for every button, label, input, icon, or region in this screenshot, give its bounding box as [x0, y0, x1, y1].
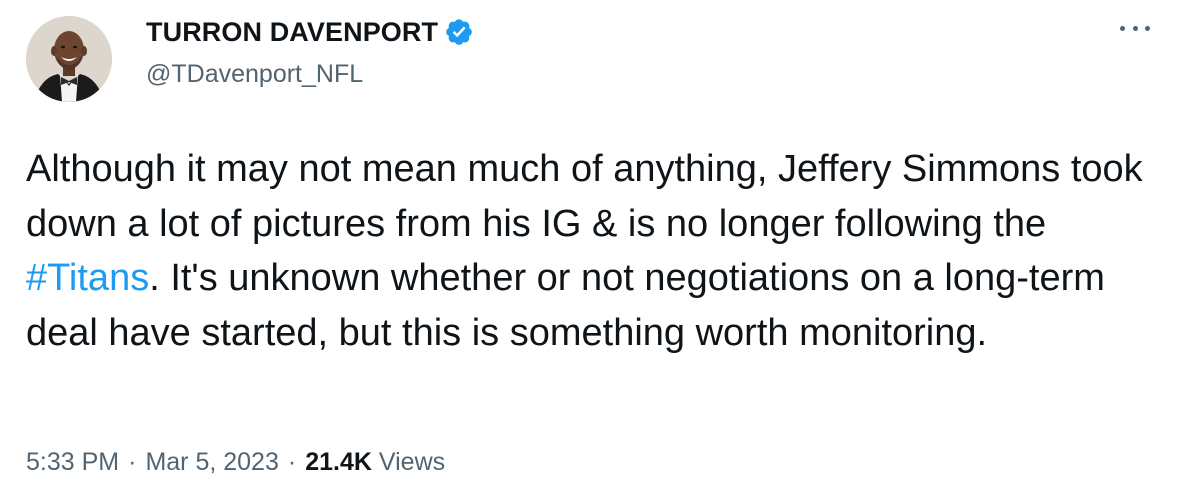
author-display-name[interactable]: TURRON DAVENPORT — [146, 17, 438, 48]
tweet-text-after: . It's unknown whether or not negotiatio… — [26, 257, 1105, 354]
views-count[interactable]: 21.4K — [305, 448, 372, 477]
more-options-icon[interactable] — [1120, 18, 1150, 38]
author-avatar[interactable] — [26, 16, 112, 102]
meta-separator: · — [128, 448, 137, 476]
views-label[interactable]: Views — [379, 448, 445, 477]
author-name-row: TURRON DAVENPORT — [146, 14, 474, 50]
author-block: TURRON DAVENPORT @TDavenport_NFL — [146, 14, 474, 89]
more-dot — [1120, 25, 1125, 31]
more-dot — [1132, 25, 1138, 31]
verified-badge-icon[interactable] — [444, 17, 474, 47]
tweet-text: Although it may not mean much of anythin… — [26, 142, 1176, 360]
meta-separator: · — [287, 448, 297, 476]
more-dot — [1145, 25, 1150, 31]
tweet-card: TURRON DAVENPORT @TDavenport_NFL Althoug… — [0, 0, 1202, 502]
hashtag-link[interactable]: #Titans — [26, 257, 149, 299]
tweet-date[interactable]: Mar 5, 2023 — [145, 448, 278, 477]
tweet-time[interactable]: 5:33 PM — [26, 448, 119, 477]
tweet-meta: 5:33 PM · Mar 5, 2023 · 21.4K Views — [26, 448, 445, 477]
author-handle[interactable]: @TDavenport_NFL — [146, 60, 474, 89]
avatar-photo-icon — [26, 16, 112, 102]
tweet-text-before: Although it may not mean much of anythin… — [26, 148, 1143, 245]
